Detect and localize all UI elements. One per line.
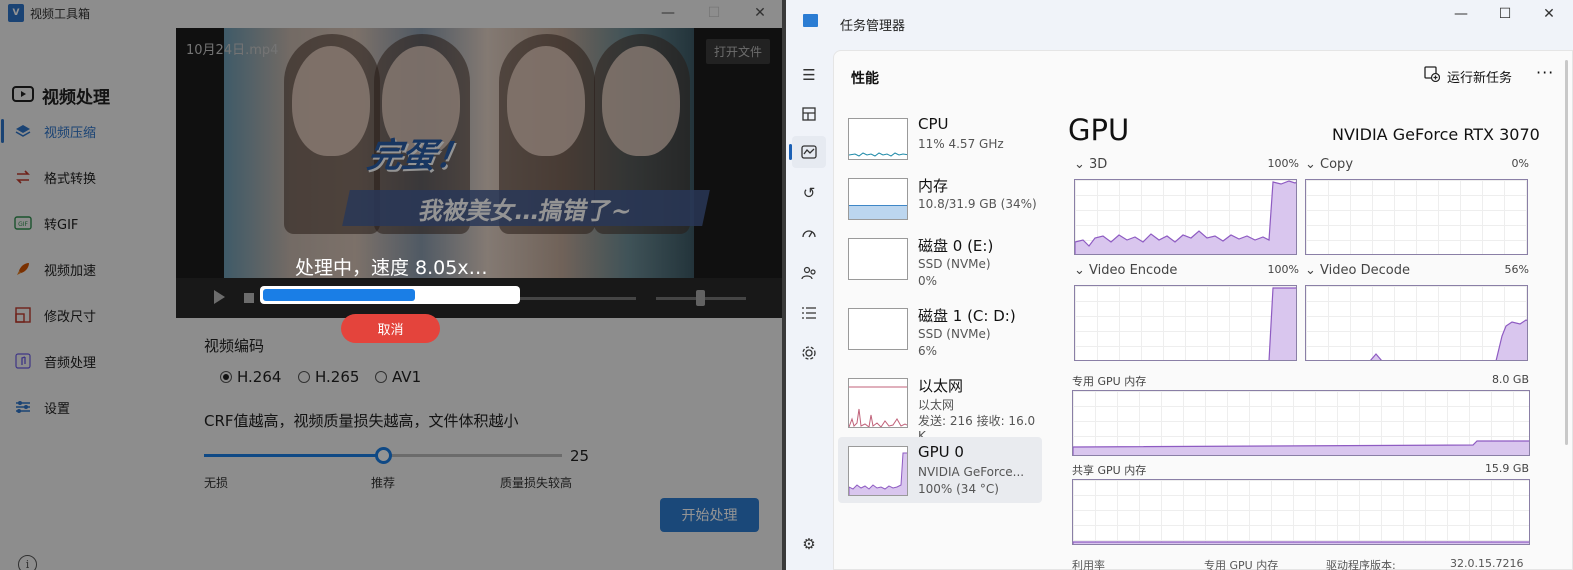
graph-3d — [1074, 179, 1297, 255]
maximize-button[interactable]: ☐ — [1482, 0, 1528, 28]
processing-progress-bar — [260, 286, 520, 304]
resource-usage: 0% — [918, 274, 938, 288]
shared-memory-label: 共享 GPU 内存 — [1072, 464, 1147, 477]
shared-memory-max: 15.9 GB — [1484, 462, 1529, 475]
graph-video-decode — [1305, 285, 1528, 361]
gpu-thumbnail — [848, 446, 908, 496]
video-toolbox-window: V 视频工具箱 — ☐ ✕ 视频处理 视频压缩 格式转换 GIF 转GIF 视频… — [0, 0, 782, 570]
more-options-icon[interactable]: ··· — [1536, 63, 1554, 82]
task-manager-window: 任务管理器 — ☐ ✕ ☰ ↺ ⚙ 性能 运行新任务 ··· CPU 11% 4… — [786, 0, 1573, 570]
nav-rail: ☰ ↺ ⚙ — [786, 50, 833, 570]
performance-panel: 性能 运行新任务 ··· CPU 11% 4.57 GHz 内存 10.8/31… — [833, 50, 1573, 570]
dedicated-memory-footer-label: 专用 GPU 内存 — [1204, 559, 1279, 570]
engine-label-video-decode[interactable]: ⌄ Video Decode — [1305, 263, 1410, 278]
resource-name: CPU — [918, 115, 949, 133]
resource-name: 内存 — [918, 177, 949, 195]
processing-overlay — [0, 0, 782, 570]
resource-name: 磁盘 1 (C: D:) — [918, 307, 1016, 325]
engine-label-video-encode[interactable]: ⌄ Video Encode — [1074, 263, 1177, 278]
cpu-thumbnail — [848, 118, 908, 160]
resource-detail: 11% 4.57 GHz — [918, 137, 1004, 151]
disk0-thumbnail — [848, 238, 908, 280]
performance-icon[interactable] — [789, 136, 826, 168]
resource-detail: SSD (NVMe) — [918, 257, 991, 271]
engine-max-copy: 0% — [1511, 157, 1529, 170]
run-new-task-button[interactable]: 运行新任务 — [1424, 66, 1512, 86]
ethernet-thumbnail — [848, 378, 908, 428]
resource-usage: 6% — [918, 344, 938, 358]
settings-gear-icon[interactable]: ⚙ — [798, 533, 820, 555]
utilization-label: 利用率 — [1072, 559, 1105, 570]
task-manager-logo-icon — [803, 14, 818, 27]
memory-thumbnail — [848, 178, 908, 220]
resource-usage: 100% (34 °C) — [918, 482, 999, 496]
driver-version-value: 32.0.15.7216 — [1450, 557, 1524, 570]
hamburger-menu-icon[interactable]: ☰ — [798, 64, 820, 86]
startup-icon[interactable] — [798, 222, 820, 244]
page-title: 性能 — [851, 71, 879, 87]
resource-detail: 10.8/31.9 GB (34%) — [918, 197, 1037, 211]
dedicated-memory-max: 8.0 GB — [1491, 373, 1529, 386]
resource-cpu[interactable]: CPU 11% 4.57 GHz — [838, 109, 1042, 175]
engine-label-copy[interactable]: ⌄ Copy — [1305, 157, 1353, 172]
processes-icon[interactable] — [798, 103, 820, 125]
engine-max-video-decode: 56% — [1504, 263, 1529, 276]
panel-header: 性能 运行新任务 ··· — [834, 51, 1573, 101]
scrollbar[interactable] — [1565, 60, 1568, 445]
resource-name: 以太网 — [918, 377, 964, 395]
details-list-icon[interactable] — [798, 302, 820, 324]
resource-detail: NVIDIA GeForce... — [918, 465, 1025, 479]
disk1-thumbnail — [848, 308, 908, 350]
resource-memory[interactable]: 内存 10.8/31.9 GB (34%) — [838, 169, 1042, 235]
services-icon[interactable] — [798, 342, 820, 364]
dedicated-memory-label: 专用 GPU 内存 — [1072, 375, 1147, 388]
engine-max-3d: 100% — [1267, 157, 1299, 170]
run-task-icon — [1424, 66, 1441, 86]
history-icon[interactable]: ↺ — [798, 182, 820, 204]
graph-dedicated-memory — [1072, 390, 1530, 456]
graph-copy — [1305, 179, 1528, 255]
window-title: 任务管理器 — [840, 19, 906, 34]
graph-video-encode — [1074, 285, 1297, 361]
resource-gpu-0[interactable]: GPU 0 NVIDIA GeForce... 100% (34 °C) — [838, 437, 1042, 503]
cancel-button[interactable]: 取消 — [341, 314, 440, 343]
minimize-button[interactable]: — — [1438, 0, 1484, 28]
gpu-model: NVIDIA GeForce RTX 3070 — [1332, 125, 1540, 144]
engine-max-video-encode: 100% — [1267, 263, 1299, 276]
resource-detail: 以太网 — [918, 398, 955, 412]
engine-label-3d[interactable]: ⌄ 3D — [1074, 157, 1107, 172]
resource-disk-1[interactable]: 磁盘 1 (C: D:) SSD (NVMe) 6% — [838, 299, 1042, 365]
processing-status: 处理中，速度 8.05x… — [295, 257, 488, 279]
processing-progress-fill — [263, 289, 415, 301]
resource-ethernet[interactable]: 以太网 以太网 发送: 216 接收: 16.0 K — [838, 369, 1042, 443]
resource-detail: SSD (NVMe) — [918, 327, 991, 341]
users-icon[interactable] — [798, 262, 820, 284]
run-task-label: 运行新任务 — [1447, 70, 1513, 86]
resource-name: GPU 0 — [918, 443, 964, 461]
graph-shared-memory — [1072, 479, 1530, 545]
resource-name: 磁盘 0 (E:) — [918, 237, 994, 255]
driver-version-label: 驱动程序版本: — [1326, 559, 1396, 570]
gpu-title: GPU — [1068, 113, 1130, 147]
resource-disk-0[interactable]: 磁盘 0 (E:) SSD (NVMe) 0% — [838, 229, 1042, 295]
close-button[interactable]: ✕ — [1526, 0, 1572, 28]
